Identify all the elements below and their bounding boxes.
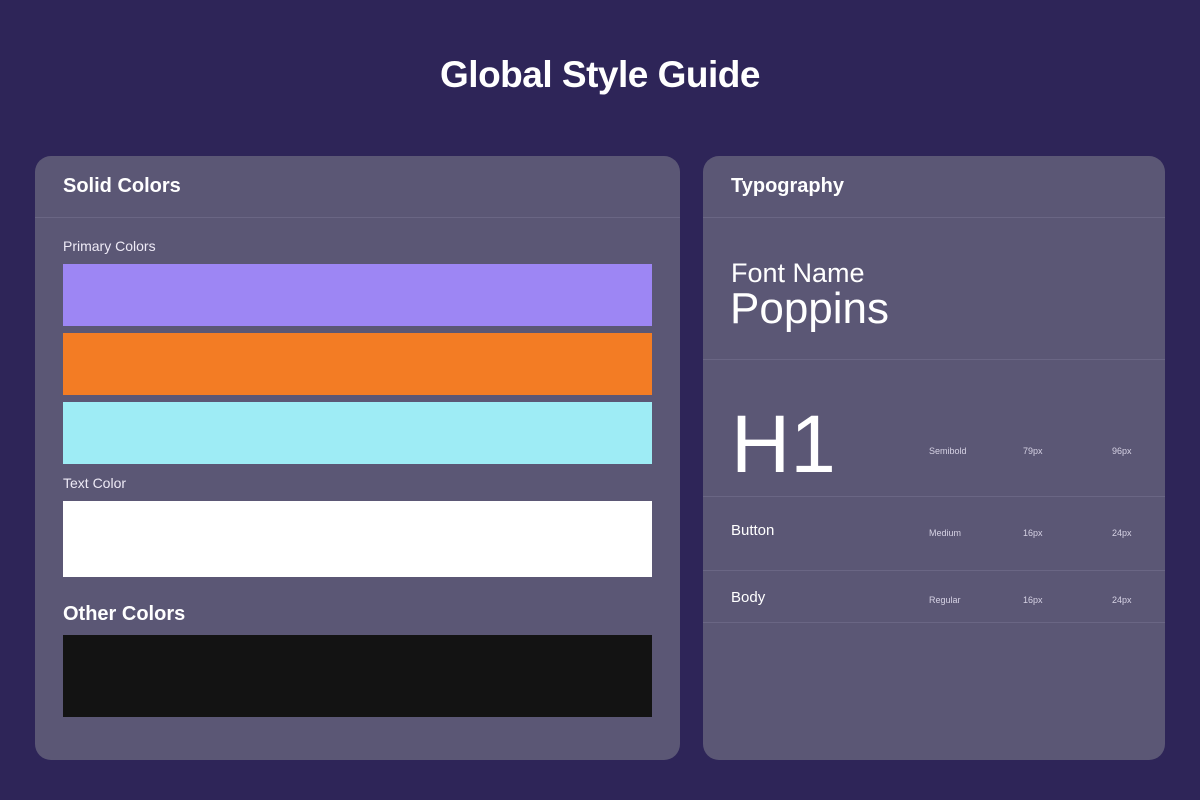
typography-card: Typography Font Name Poppins H1 Semibold… [703,156,1165,760]
h1-line-height: 96px [1112,446,1132,456]
text-color-swatch [63,501,652,577]
body-sample: Body [731,589,766,606]
type-row-button: Button Medium 16px 24px [703,497,1165,570]
h1-sample: H1 [731,399,836,490]
body-weight: Regular [929,595,961,605]
primary-color-swatch-1 [63,264,652,326]
h1-size: 79px [1023,446,1043,456]
solid-colors-card: Solid Colors Primary Colors Text Color O… [35,156,680,760]
text-color-label: Text Color [63,475,127,491]
button-sample: Button [731,522,775,539]
page-title: Global Style Guide [440,54,760,95]
button-line-height: 24px [1112,528,1132,538]
other-color-swatch [63,635,652,717]
button-size: 16px [1023,528,1043,538]
divider [703,622,1165,623]
primary-colors-label: Primary Colors [63,238,156,254]
h1-weight: Semibold [929,446,967,456]
primary-color-swatch-3 [63,402,652,464]
font-name-value: Poppins [730,284,890,333]
primary-color-swatch-2 [63,333,652,395]
type-row-h1: H1 Semibold 79px 96px [703,360,1165,496]
body-line-height: 24px [1112,595,1132,605]
type-row-body: Body Regular 16px 24px [703,571,1165,622]
typography-title: Typography [703,156,1165,218]
other-colors-heading: Other Colors [63,603,186,625]
solid-colors-title: Solid Colors [35,156,680,218]
button-weight: Medium [929,528,962,538]
body-size: 16px [1023,595,1043,605]
